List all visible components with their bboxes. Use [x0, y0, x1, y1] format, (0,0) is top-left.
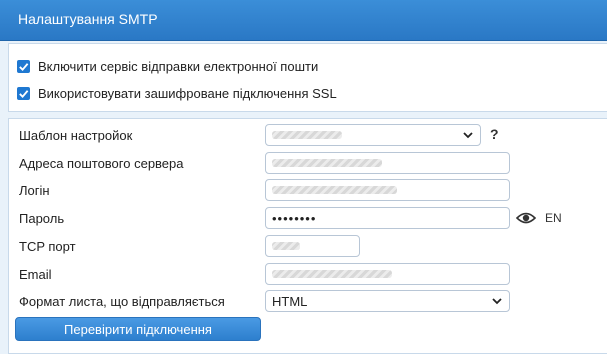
settings-form: Шаблон настройок ? Адреса поштового серв… — [8, 118, 607, 354]
ssl-option[interactable]: Використовувати зашифроване підключення … — [17, 84, 337, 102]
format-label: Формат листа, що відправляється — [19, 294, 225, 309]
format-select[interactable]: HTML — [265, 290, 510, 312]
password-value: •••••••• — [272, 210, 317, 226]
redacted-value — [272, 186, 397, 194]
server-input[interactable] — [265, 152, 510, 174]
redacted-value — [272, 159, 382, 167]
enable-email-option[interactable]: Включити сервіс відправки електронної по… — [17, 57, 318, 75]
email-input[interactable] — [265, 263, 510, 285]
test-connection-button[interactable]: Перевірити підключення — [15, 317, 261, 341]
ssl-label: Використовувати зашифроване підключення … — [38, 85, 337, 101]
port-label: TCP порт — [19, 239, 76, 254]
ssl-checkbox[interactable] — [17, 86, 30, 100]
keyboard-layout-indicator: EN — [545, 211, 562, 225]
eye-icon[interactable] — [516, 211, 536, 225]
enable-email-checkbox[interactable] — [17, 59, 30, 73]
redacted-value — [272, 131, 342, 139]
template-select[interactable] — [265, 124, 481, 146]
enable-email-label: Включити сервіс відправки електронної по… — [38, 58, 319, 74]
login-label: Логін — [19, 183, 50, 198]
login-input[interactable] — [265, 179, 510, 201]
chevron-down-icon — [463, 132, 473, 139]
password-label: Пароль — [19, 211, 65, 226]
header-bar: Налаштування SMTP — [0, 0, 607, 41]
template-label: Шаблон настройок — [19, 128, 133, 143]
check-icon — [19, 89, 29, 98]
port-input[interactable] — [265, 235, 360, 257]
password-input[interactable]: •••••••• — [265, 207, 510, 229]
options-panel: Включити сервіс відправки електронної по… — [8, 43, 607, 112]
section-title: Налаштування SMTP — [18, 11, 158, 27]
format-value: HTML — [272, 293, 308, 309]
server-label: Адреса поштового сервера — [19, 156, 184, 171]
redacted-value — [272, 270, 392, 278]
chevron-down-icon — [492, 298, 502, 305]
help-icon[interactable]: ? — [490, 126, 499, 142]
check-icon — [19, 62, 29, 71]
redacted-value — [272, 242, 300, 250]
email-label: Email — [19, 267, 52, 282]
